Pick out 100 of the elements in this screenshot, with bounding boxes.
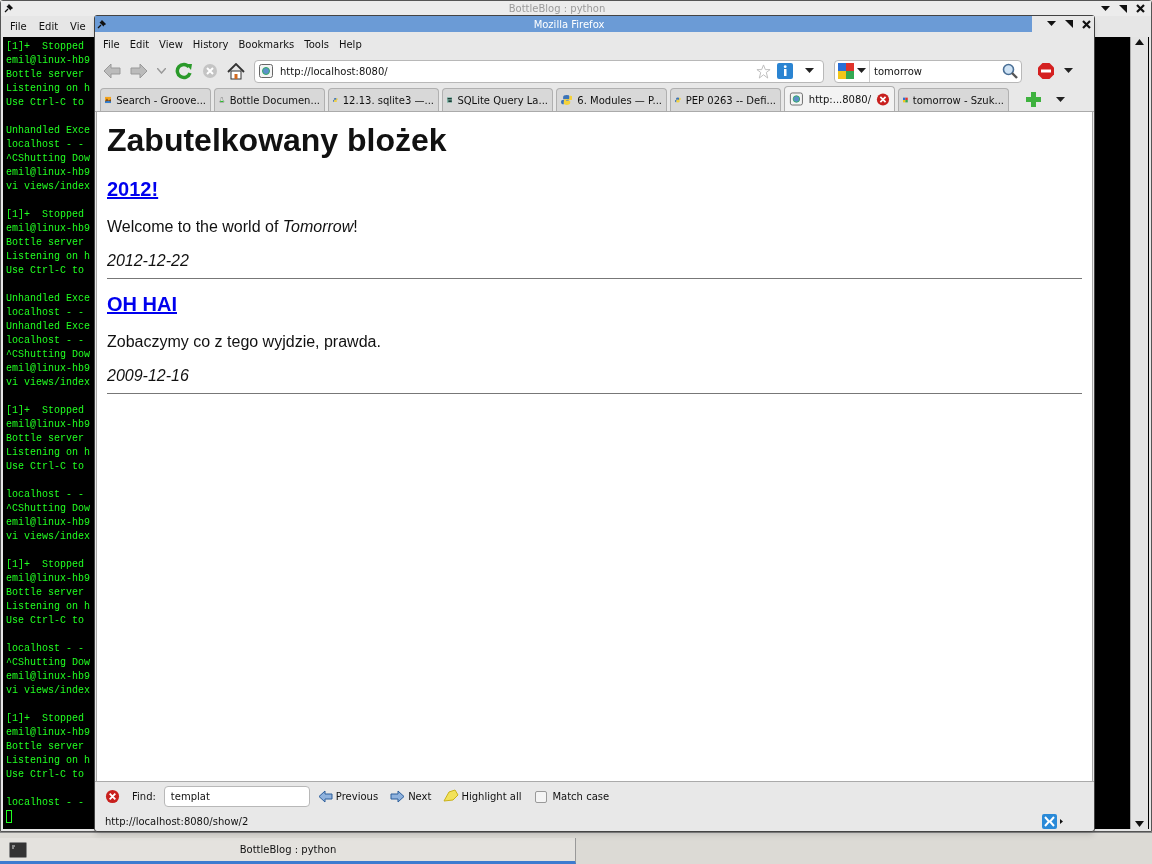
highlighter-icon — [443, 789, 460, 804]
terminal-line: [1]+ Stopped — [6, 208, 84, 222]
terminal-line: Use Ctrl-C to — [6, 768, 84, 782]
find-label: Find: — [132, 790, 156, 804]
menu-item[interactable]: View — [159, 36, 183, 52]
terminal-line: vi views/index — [6, 180, 90, 194]
home-icon[interactable] — [227, 62, 245, 80]
terminal-line: vi views/index — [6, 530, 90, 544]
terminal-line: Use Ctrl-C to — [6, 96, 84, 110]
match-case-checkbox[interactable]: Match case — [535, 789, 610, 804]
browser-tab[interactable]: Bottle Documen... — [214, 88, 325, 111]
scrollbar[interactable] — [1130, 37, 1148, 829]
scroll-down-icon[interactable] — [1135, 821, 1144, 827]
pin-icon[interactable] — [4, 4, 13, 13]
close-find-icon[interactable] — [105, 789, 120, 804]
close-icon[interactable] — [1136, 4, 1145, 13]
caret-icon[interactable] — [1064, 68, 1073, 74]
google-icon — [838, 63, 854, 79]
add-on-icon[interactable] — [1042, 813, 1064, 829]
terminal-line: Unhandled Exce — [6, 124, 90, 138]
terminal-line: emil@linux-hb9 — [6, 222, 90, 236]
cursor — [6, 810, 12, 823]
browser-tab[interactable]: 6. Modules — P... — [556, 88, 667, 111]
taskbar-item[interactable]: BottleBlog : python — [0, 838, 576, 864]
terminal-line: vi views/index — [6, 684, 90, 698]
terminal-line: Bottle server — [6, 236, 84, 250]
tab-list-icon[interactable] — [1056, 96, 1065, 103]
terminal-line: emil@linux-hb9 — [6, 670, 90, 684]
terminal-line: localhost - - — [6, 488, 84, 502]
terminal-line: Listening on h — [6, 600, 90, 614]
terminal-line: vi views/index — [6, 376, 90, 390]
menu-item[interactable]: Bookmarks — [238, 36, 295, 52]
search-field[interactable]: tomorrow — [834, 59, 1022, 83]
browser-tab[interactable]: SQLite Query La... — [442, 88, 553, 111]
terminal-line: emil@linux-hb9 — [6, 572, 90, 586]
terminal-line: Bottle server — [6, 432, 84, 446]
menu-item[interactable]: History — [192, 36, 229, 52]
maximize-icon[interactable] — [1065, 20, 1073, 28]
close-icon[interactable] — [1082, 19, 1091, 29]
highlight-all-button[interactable]: Highlight all — [443, 789, 522, 804]
minimize-icon[interactable] — [1101, 5, 1110, 12]
terminal-line: localhost - - — [6, 306, 84, 320]
info-icon[interactable] — [777, 63, 793, 79]
terminal-line: ^CShutting Dow — [6, 348, 90, 362]
terminal-line: emil@linux-hb9 — [6, 362, 90, 376]
search-icon[interactable] — [1002, 63, 1018, 79]
terminal-line: localhost - - — [6, 138, 84, 152]
menu-item[interactable]: File — [103, 36, 120, 52]
browser-tab[interactable]: 12.13. sqlite3 —... — [328, 88, 439, 111]
terminal-line: emil@linux-hb9 — [6, 726, 90, 740]
address-field[interactable]: http://localhost:8080/ — [254, 59, 824, 83]
terminal-line: Bottle server — [6, 68, 84, 82]
menu-item[interactable]: Vie — [70, 19, 86, 34]
arrow-left-icon — [317, 790, 333, 803]
reload-icon[interactable] — [175, 62, 193, 80]
menu-item[interactable]: Edit — [38, 19, 59, 34]
page-icon — [789, 91, 804, 107]
terminal-line: Unhandled Exce — [6, 292, 90, 306]
terminal-line: Use Ctrl-C to — [6, 614, 84, 628]
browser-tab[interactable]: tomorrow - Szuk... — [898, 88, 1009, 111]
maximize-icon[interactable] — [1119, 4, 1127, 13]
find-field[interactable]: templat — [163, 786, 310, 807]
post-title-link[interactable]: 2012! — [107, 176, 159, 202]
menu-item[interactable]: Tools — [304, 36, 329, 52]
window-title: BottleBlog : python — [508, 2, 606, 16]
post-date: 2012-12-22 — [107, 251, 190, 271]
terminal-line: localhost - - — [6, 334, 84, 348]
terminal-line: Listening on h — [6, 754, 90, 768]
browser-tab[interactable]: PEP 0263 -- Defi... — [670, 88, 781, 111]
status-text: http://localhost:8080/show/2 — [105, 814, 249, 829]
scroll-up-icon[interactable] — [1135, 39, 1144, 45]
terminal-line: [1]+ Stopped — [6, 40, 84, 54]
menu-item[interactable]: File — [10, 19, 27, 34]
menu-item[interactable]: Help — [338, 36, 362, 52]
terminal-line: [1]+ Stopped — [6, 712, 84, 726]
browser-tab[interactable]: Search - Groove... — [100, 88, 211, 111]
pin-icon[interactable] — [97, 19, 106, 29]
terminal-line: Listening on h — [6, 446, 90, 460]
page-icon — [258, 63, 274, 79]
terminal-line: localhost - - — [6, 642, 84, 656]
menu-item[interactable]: Edit — [129, 36, 150, 52]
star-icon[interactable] — [756, 63, 771, 79]
post-title-link[interactable]: OH HAI — [107, 291, 177, 317]
terminal-line: emil@linux-hb9 — [6, 516, 90, 530]
next-button[interactable]: Next — [390, 789, 432, 804]
terminal-line: Listening on h — [6, 82, 90, 96]
browser-tab[interactable]: http:...8080/ — [784, 86, 895, 111]
terminal-line: Bottle server — [6, 740, 84, 754]
terminal-line: Listening on h — [6, 250, 90, 264]
terminal-line: ^CShutting Dow — [6, 152, 90, 166]
terminal-line: Use Ctrl-C to — [6, 460, 84, 474]
close-tab-icon[interactable] — [876, 91, 890, 107]
caret-icon[interactable] — [857, 68, 866, 74]
minimize-icon[interactable] — [1047, 21, 1056, 27]
terminal-line: emil@linux-hb9 — [6, 166, 90, 180]
caret-icon[interactable] — [805, 68, 814, 74]
terminal-line: [1]+ Stopped — [6, 404, 84, 418]
previous-button[interactable]: Previous — [317, 789, 379, 804]
post-body: Welcome to the world of Tomorrow! — [107, 217, 359, 237]
stop-sign-icon[interactable] — [1037, 62, 1055, 80]
